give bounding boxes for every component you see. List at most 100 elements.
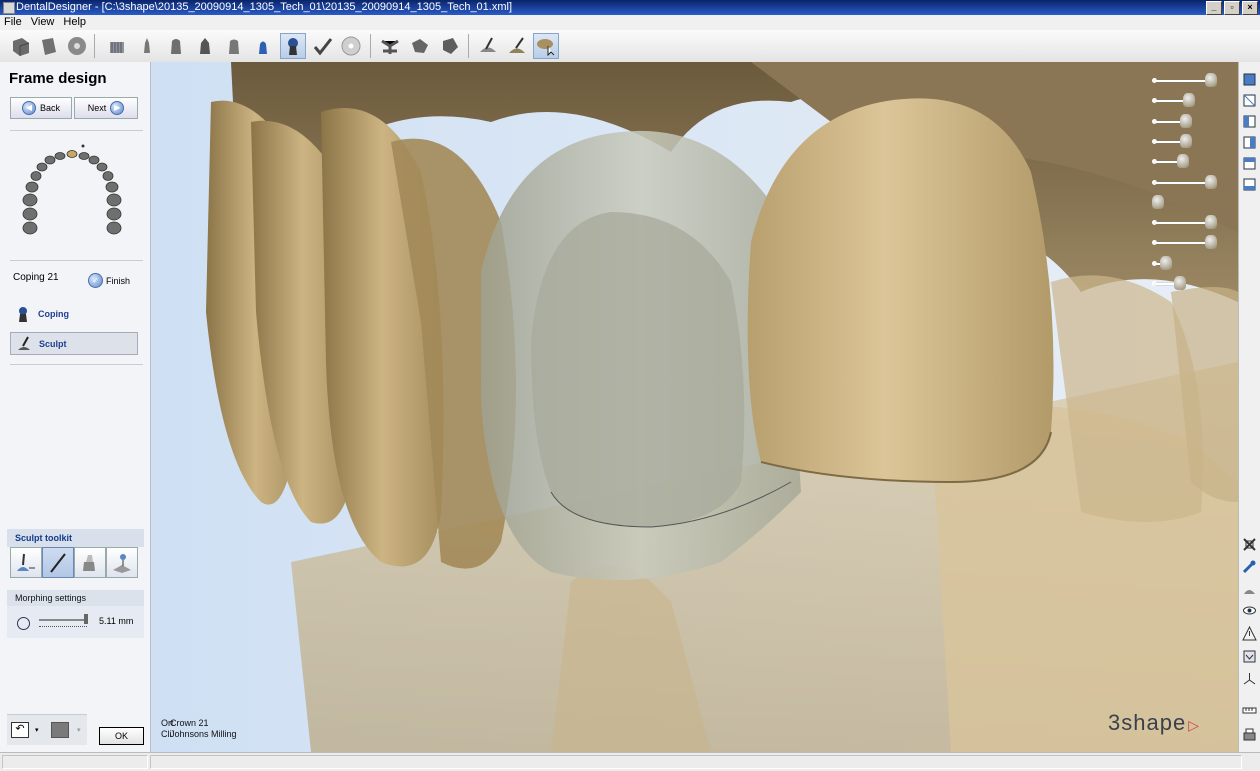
connector3-icon[interactable] [437, 33, 463, 59]
opacity-slider[interactable] [1152, 113, 1218, 128]
opacity-slider[interactable] [1152, 255, 1218, 270]
slider-knob[interactable] [1177, 154, 1190, 169]
smooth-icon[interactable] [74, 547, 106, 578]
dental-scene[interactable] [151, 62, 1238, 752]
opacity-slider[interactable] [1152, 235, 1218, 250]
main-toolbar [0, 30, 1260, 63]
section-icon[interactable] [1241, 648, 1258, 665]
checkmark-icon: ✓ [88, 273, 103, 288]
redo-icon[interactable] [51, 722, 69, 738]
print-icon[interactable] [1241, 726, 1258, 743]
opacity-slider[interactable] [1152, 194, 1218, 209]
finish-button[interactable]: ✓ Finish [88, 273, 130, 288]
import-icon[interactable] [8, 33, 34, 59]
slider-knob[interactable] [1180, 113, 1192, 128]
brand-logo: 3shape ▷ [1108, 710, 1200, 736]
finish-label: Finish [106, 275, 131, 286]
coping-icon[interactable] [280, 33, 306, 59]
check-icon[interactable] [310, 33, 336, 59]
cut-icon[interactable] [475, 33, 501, 59]
tools-icon[interactable] [1241, 558, 1258, 575]
slider-knob[interactable] [1180, 133, 1192, 148]
opacity-slider[interactable] [1152, 154, 1218, 169]
view-left-icon[interactable] [1241, 113, 1258, 130]
right-toolbar [1238, 62, 1260, 752]
step-sculpt[interactable]: Sculpt [10, 332, 138, 355]
menu-file[interactable]: File [4, 15, 22, 30]
eye-icon[interactable] [1241, 602, 1258, 619]
opacity-slider[interactable] [1152, 276, 1218, 290]
abutment-icon[interactable] [250, 33, 276, 59]
ruler-icon[interactable] [1241, 702, 1258, 719]
opacity-slider[interactable] [1152, 133, 1218, 148]
job-label: Coping 21 [13, 272, 59, 283]
arrow-right-icon: ▶ [110, 101, 125, 115]
minimize-button[interactable]: _ [1206, 1, 1222, 15]
connector2-icon[interactable] [407, 33, 433, 59]
slider-knob[interactable] [1182, 93, 1195, 108]
view-top-icon[interactable] [1241, 155, 1258, 172]
next-label: Next [87, 103, 107, 113]
sculpt-step-icon [18, 336, 30, 350]
title-bar: DentalDesigner - [C:\3shape\20135_200909… [0, 0, 1260, 15]
wax-icon[interactable] [1241, 580, 1258, 597]
undo-dropdown-icon[interactable]: ▾ [35, 726, 39, 734]
arrow-left-icon: ◀ [21, 101, 36, 115]
slider-knob[interactable] [1205, 215, 1218, 230]
opacity-slider[interactable] [1152, 73, 1218, 87]
morph-tool-icon[interactable] [106, 547, 138, 578]
back-label: Back [39, 103, 60, 113]
cd-icon[interactable] [338, 33, 364, 59]
3d-viewport[interactable]: Ort Crown 21 Cli Johnsons Milling 3shape… [151, 62, 1238, 752]
selected-tooth-21[interactable] [66, 150, 78, 158]
brand-triangle-icon: ▷ [1188, 717, 1200, 733]
status-cell-1 [2, 755, 148, 769]
order-icon[interactable] [36, 33, 62, 59]
redo-dropdown-icon[interactable]: ▾ [77, 726, 81, 734]
slider-knob[interactable] [1152, 194, 1164, 209]
slider-knob[interactable] [1205, 235, 1218, 250]
close-button[interactable]: × [1242, 1, 1258, 15]
warning-icon[interactable] [1241, 625, 1258, 642]
fit-icon[interactable] [1241, 536, 1258, 553]
next-button[interactable]: Next ▶ [74, 97, 138, 119]
menu-help[interactable]: Help [63, 15, 86, 30]
step-coping[interactable]: Coping [10, 303, 138, 325]
slider-knob[interactable] [1160, 255, 1173, 270]
dental-chart[interactable] [16, 142, 132, 242]
ok-button[interactable]: OK [99, 727, 144, 745]
model-icon[interactable] [104, 33, 130, 59]
view-bottom-icon[interactable] [1241, 176, 1258, 193]
opacity-slider[interactable] [1152, 174, 1218, 189]
undo-area: ↶ ▾ ▾ [7, 714, 87, 745]
tooth-icon[interactable] [163, 33, 189, 59]
view-back-icon[interactable] [1241, 92, 1258, 109]
tooth-outline-icon[interactable] [221, 33, 247, 59]
opacity-slider[interactable] [1152, 215, 1218, 230]
back-button[interactable]: ◀ Back [10, 97, 72, 119]
add-wax-icon[interactable] [10, 547, 42, 578]
die-icon[interactable] [134, 33, 160, 59]
opacity-slider[interactable] [1152, 93, 1218, 108]
wizard-panel: Frame design ◀ Back Next ▶ Coping 21 ✓ F… [0, 62, 151, 752]
undo-icon[interactable]: ↶ [11, 722, 29, 738]
info-line-1: Crown 21 [170, 718, 209, 728]
disc-icon[interactable] [64, 33, 90, 59]
sculpt-icon[interactable] [504, 33, 530, 59]
preparation-icon[interactable] [192, 33, 218, 59]
connector-icon[interactable] [377, 33, 403, 59]
view-right-icon[interactable] [1241, 134, 1258, 151]
morph-radius-slider[interactable] [39, 614, 89, 630]
axis-icon[interactable] [1241, 670, 1258, 687]
menu-view[interactable]: View [31, 15, 55, 30]
menu-bar: File View Help [0, 15, 1260, 30]
slider-knob[interactable] [1174, 276, 1187, 290]
slider-knob[interactable] [1205, 174, 1218, 189]
morph-icon[interactable] [533, 33, 559, 59]
window-title: DentalDesigner - [C:\3shape\20135_200909… [16, 1, 513, 13]
slider-knob[interactable] [1205, 73, 1218, 87]
knife-icon[interactable] [42, 547, 74, 578]
maximize-button[interactable]: ▫ [1224, 1, 1240, 15]
morphing-settings-title: Morphing settings [7, 590, 144, 606]
view-front-icon[interactable] [1241, 71, 1258, 88]
